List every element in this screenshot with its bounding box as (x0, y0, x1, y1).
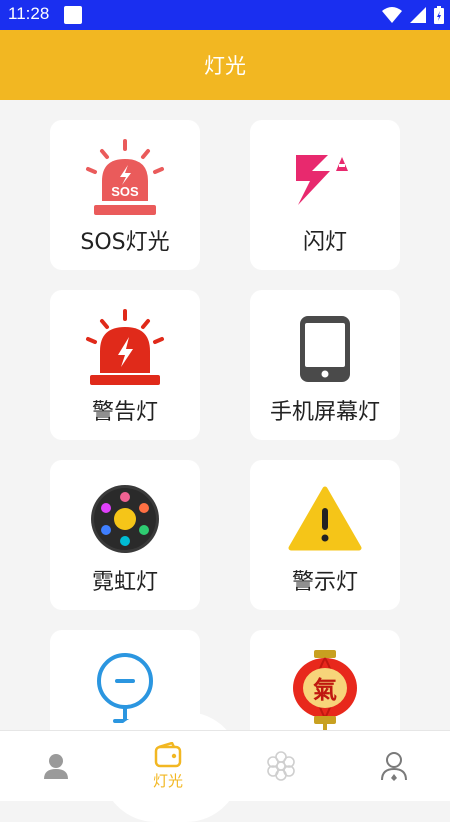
bottom-tab-bar: 灯光 (0, 730, 450, 801)
user-profile-icon (44, 754, 68, 779)
sos-text: SOS (111, 184, 139, 199)
card-phone-screen-light[interactable]: 手机屏幕灯 (250, 290, 400, 440)
status-time: 11:28 (8, 4, 50, 23)
card-label: 警告灯 (91, 400, 158, 425)
signal-icon (410, 7, 426, 23)
lantern-icon: 氣 (293, 650, 357, 730)
tab-light[interactable]: 灯光 (112, 731, 224, 801)
lantern-text: 氣 (313, 676, 337, 704)
tab-discover[interactable] (225, 731, 337, 801)
wallet-light-icon (154, 741, 182, 767)
page-title: 灯光 (204, 54, 246, 78)
light-grid: SOS SOS灯光 闪灯 警告灯 手机屏幕灯 霓虹灯 警示灯 氣 (0, 100, 450, 730)
sos-siren-icon: SOS (86, 139, 164, 215)
warning-siren-icon (86, 309, 164, 385)
card-label: 手机屏幕灯 (269, 400, 380, 425)
battery-icon (434, 6, 444, 24)
flash-icon (296, 155, 348, 205)
neon-light-icon (91, 485, 159, 553)
card-label: SOS灯光 (80, 230, 170, 255)
app-bar: 灯光 (0, 30, 450, 100)
phone-screen-icon (300, 316, 350, 382)
caution-triangle-icon (288, 486, 362, 551)
person-pin-icon (381, 752, 407, 781)
tab-profile[interactable] (0, 731, 112, 801)
card-warning-light[interactable]: 警告灯 (50, 290, 200, 440)
card-label: 霓虹灯 (91, 570, 158, 595)
wifi-icon (382, 7, 402, 23)
card-label: 警示灯 (291, 570, 358, 595)
flower-icon (267, 751, 295, 781)
card-neon-light[interactable]: 霓虹灯 (50, 460, 200, 610)
card-caution-light[interactable]: 警示灯 (250, 460, 400, 610)
tab-label: 灯光 (152, 771, 183, 790)
card-label: 闪灯 (302, 230, 347, 255)
notification-icon (64, 6, 82, 24)
status-bar: 11:28 (0, 0, 450, 30)
card-flash[interactable]: 闪灯 (250, 120, 400, 270)
tab-mine[interactable] (338, 731, 450, 801)
system-icons (382, 6, 444, 24)
card-lantern[interactable]: 氣 (250, 630, 400, 730)
card-sos-light[interactable]: SOS SOS灯光 (50, 120, 200, 270)
